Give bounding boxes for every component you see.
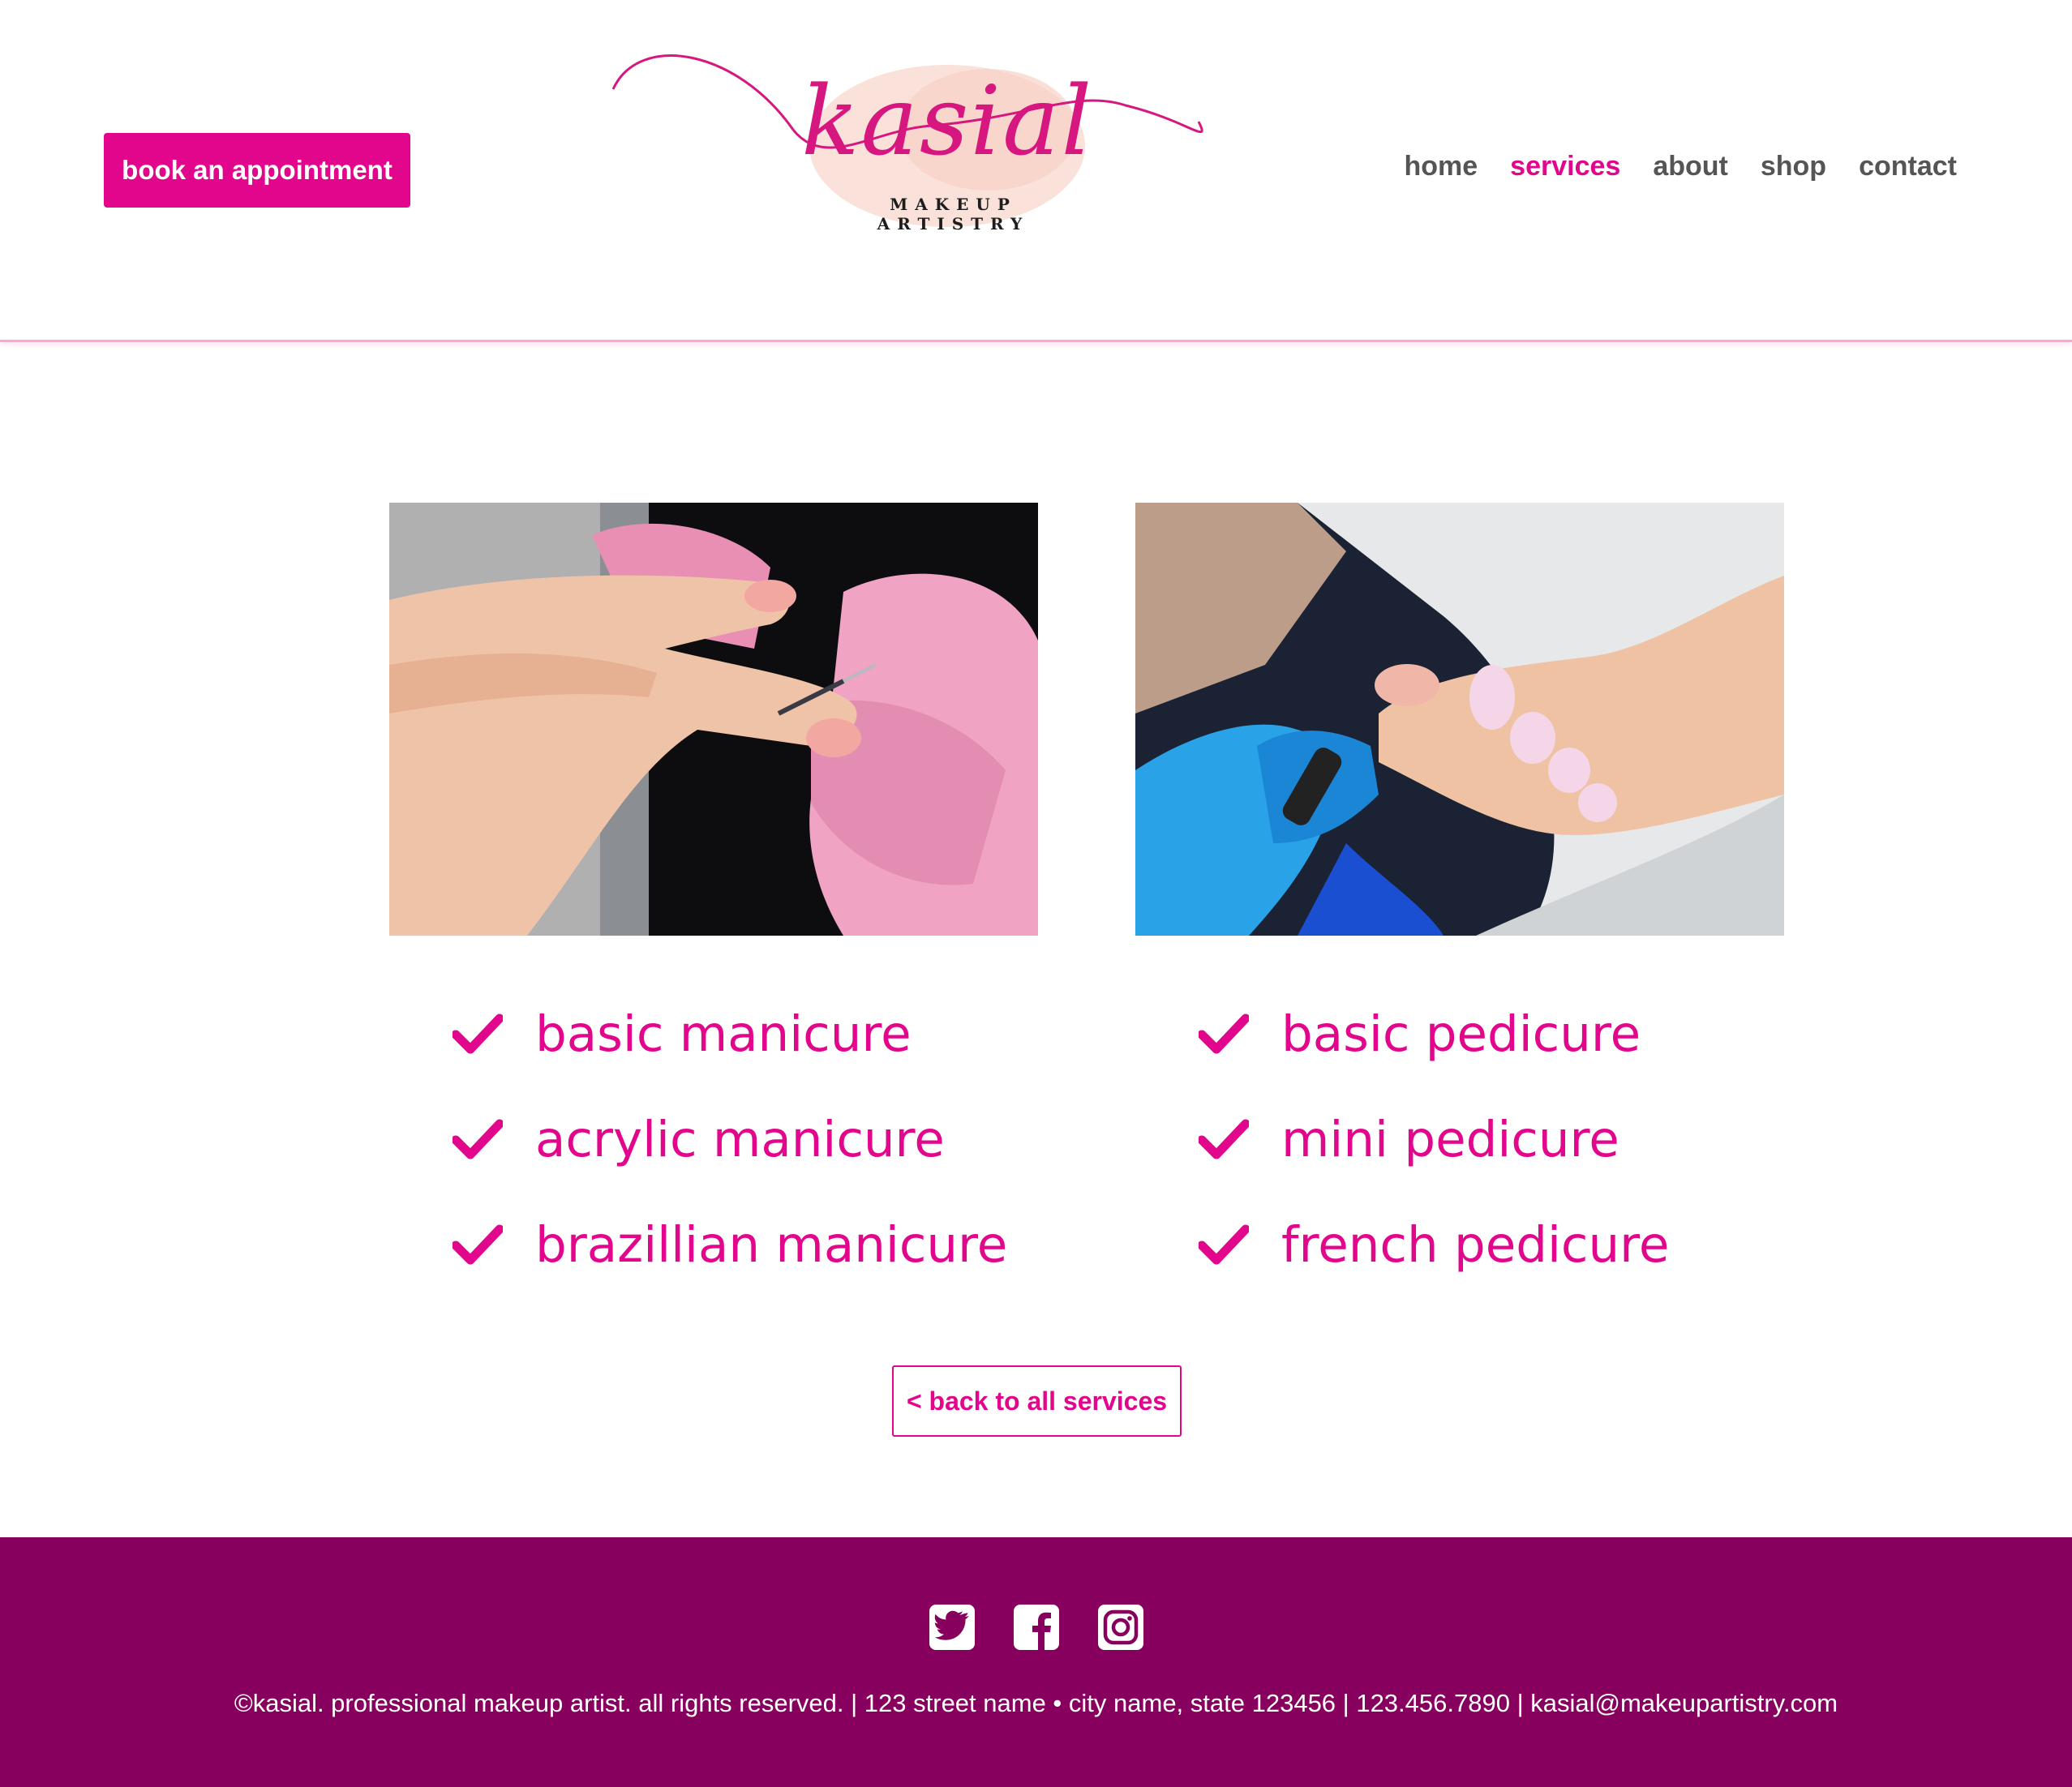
service-label: basic pedicure xyxy=(1281,1005,1641,1063)
list-item: basic pedicure xyxy=(1199,981,1669,1086)
nav-services[interactable]: services xyxy=(1510,151,1620,182)
check-icon xyxy=(453,1119,503,1159)
check-icon xyxy=(1199,1013,1249,1054)
service-label: basic manicure xyxy=(535,1005,912,1063)
back-to-services-button[interactable]: < back to all services xyxy=(892,1365,1182,1437)
nav-about[interactable]: about xyxy=(1653,151,1728,182)
site-footer xyxy=(0,1537,2072,1787)
manicure-photo xyxy=(389,503,1038,936)
nav-shop[interactable]: shop xyxy=(1761,151,1826,182)
check-icon xyxy=(453,1224,503,1265)
pedicure-services-list: basic pedicure mini pedicure french pedi… xyxy=(1199,981,1669,1297)
list-item: brazillian manicure xyxy=(453,1192,1007,1297)
service-label: mini pedicure xyxy=(1281,1110,1619,1168)
list-item: acrylic manicure xyxy=(453,1086,1007,1192)
logo-tagline: MAKEUP ARTISTRY xyxy=(877,195,1030,234)
nav-home[interactable]: home xyxy=(1404,151,1478,182)
service-label: brazillian manicure xyxy=(535,1215,1008,1274)
twitter-icon[interactable] xyxy=(929,1605,975,1650)
facebook-icon[interactable] xyxy=(1014,1605,1059,1650)
list-item: basic manicure xyxy=(453,981,1007,1086)
service-label: french pedicure xyxy=(1281,1215,1670,1274)
site-header: book an appointment kasial MAKEUP ARTIST… xyxy=(0,0,2072,342)
page: book an appointment kasial MAKEUP ARTIST… xyxy=(0,0,2072,1787)
instagram-icon[interactable] xyxy=(1098,1605,1143,1650)
service-label: acrylic manicure xyxy=(535,1110,945,1168)
list-item: mini pedicure xyxy=(1199,1086,1669,1192)
main-nav: home services about shop contact xyxy=(1404,151,1957,182)
footer-copyright: ©kasial. professional makeup artist. all… xyxy=(234,1689,1838,1717)
logo-wordmark: kasial xyxy=(801,65,1094,177)
pedicure-photo xyxy=(1135,503,1784,936)
list-item: french pedicure xyxy=(1199,1192,1669,1297)
check-icon xyxy=(453,1013,503,1054)
check-icon xyxy=(1199,1224,1249,1265)
site-logo[interactable]: kasial MAKEUP ARTISTRY xyxy=(607,41,1211,251)
social-links xyxy=(929,1605,1143,1650)
book-appointment-button[interactable]: book an appointment xyxy=(104,133,410,208)
nav-contact[interactable]: contact xyxy=(1859,151,1957,182)
check-icon xyxy=(1199,1119,1249,1159)
manicure-services-list: basic manicure acrylic manicure brazilli… xyxy=(453,981,1007,1297)
